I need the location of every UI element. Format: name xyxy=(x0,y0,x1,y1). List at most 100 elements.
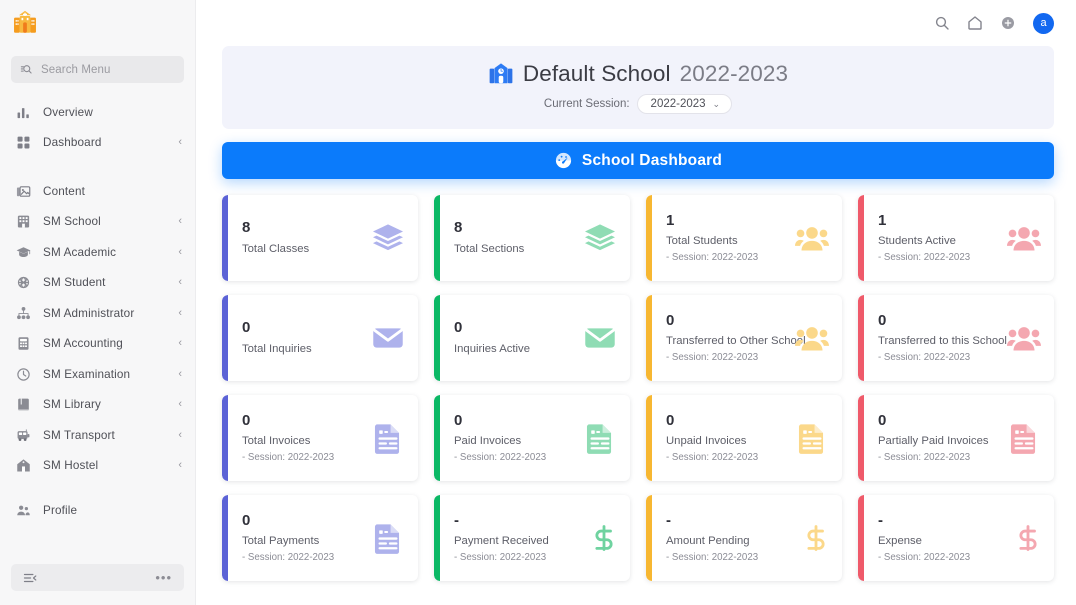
stat-card[interactable]: 0 Transferred to Other School - Session:… xyxy=(646,295,842,381)
school-dashboard-label: School Dashboard xyxy=(581,151,723,169)
sidebar-item-sm-student[interactable]: SM Student ‹ xyxy=(0,268,195,299)
sidebar-footer[interactable]: ••• xyxy=(11,564,184,591)
chevron-left-icon: ‹ xyxy=(178,367,182,380)
session-label: Current Session: xyxy=(543,98,630,110)
card-value: 0 xyxy=(666,411,675,429)
student-icon xyxy=(17,277,30,289)
admin-icon xyxy=(17,306,30,319)
stat-card[interactable]: 8 Total Classes xyxy=(222,195,418,281)
sidebar-item-sm-examination[interactable]: SM Examination ‹ xyxy=(0,359,195,390)
accounting-icon xyxy=(18,337,29,350)
card-body: - Payment Received - Session: 2022-2023 xyxy=(454,512,595,563)
home-icon[interactable] xyxy=(967,15,983,31)
card-label: Paid Invoices xyxy=(454,435,522,448)
stat-card[interactable]: 0 Unpaid Invoices - Session: 2022-2023 xyxy=(646,395,842,481)
card-body: 1 Total Students - Session: 2022-2023 xyxy=(666,211,799,263)
card-accent-stripe xyxy=(434,195,440,281)
sidebar-item-sm-accounting[interactable]: SM Accounting ‹ xyxy=(0,329,195,360)
card-label: Total Students xyxy=(666,235,738,248)
sidebar-item-profile[interactable]: Profile xyxy=(0,495,195,526)
sidebar: Search Menu Overview Dashboard ‹ Content… xyxy=(0,0,196,605)
stat-card[interactable]: 0 Partially Paid Invoices - Session: 202… xyxy=(858,395,1054,481)
sidebar-item-overview[interactable]: Overview xyxy=(0,97,195,128)
card-value: 1 xyxy=(666,211,675,229)
sidebar-more-button[interactable]: ••• xyxy=(155,571,172,584)
stat-card[interactable]: 0 Total Payments - Session: 2022-2023 xyxy=(222,495,418,581)
sidebar-logo[interactable] xyxy=(0,0,195,46)
chevron-left-icon: ‹ xyxy=(178,136,182,149)
sidebar-item-sm-school[interactable]: SM School ‹ xyxy=(0,207,195,238)
clock-icon xyxy=(17,368,30,381)
session-row: Current Session: 2022-2023 ⌄ xyxy=(543,94,733,114)
main-area: a Default School 2022-2023 Current Sessi… xyxy=(196,0,1076,605)
school-dashboard-banner[interactable]: School Dashboard xyxy=(222,142,1054,179)
school-header-banner: Default School 2022-2023 Current Session… xyxy=(222,46,1054,129)
sidebar-item-sm-academic[interactable]: SM Academic ‹ xyxy=(0,237,195,268)
page-title: Default School 2022-2023 xyxy=(488,61,788,87)
stat-card[interactable]: 8 Total Sections xyxy=(434,195,630,281)
app-root: Search Menu Overview Dashboard ‹ Content… xyxy=(0,0,1076,605)
search-icon[interactable] xyxy=(934,15,950,31)
layers-icon xyxy=(584,224,616,251)
stat-card[interactable]: 0 Transferred to this School - Session: … xyxy=(858,295,1054,381)
search-menu-icon xyxy=(20,65,32,74)
stat-card[interactable]: - Amount Pending - Session: 2022-2023 xyxy=(646,495,842,581)
card-accent-stripe xyxy=(646,195,652,281)
sidebar-item-label: SM Accounting xyxy=(43,337,123,351)
building-icon xyxy=(17,215,30,228)
card-label: Students Active xyxy=(878,235,956,248)
users-icon xyxy=(795,227,829,251)
invoice-icon xyxy=(1010,424,1036,454)
card-body: 0 Total Inquiries xyxy=(242,320,375,356)
card-body: - Amount Pending - Session: 2022-2023 xyxy=(666,512,807,564)
search-menu-input[interactable]: Search Menu xyxy=(11,56,184,83)
chevron-left-icon: ‹ xyxy=(178,428,182,441)
card-accent-stripe xyxy=(222,295,228,381)
sidebar-item-dashboard[interactable]: Dashboard ‹ xyxy=(0,128,195,159)
session-select[interactable]: 2022-2023 ⌄ xyxy=(636,94,733,114)
stat-card[interactable]: - Payment Received - Session: 2022-2023 xyxy=(434,495,630,581)
stat-card[interactable]: 1 Students Active - Session: 2022-2023 xyxy=(858,195,1054,281)
stat-card[interactable]: 0 Inquiries Active xyxy=(434,295,630,381)
sidebar-item-sm-administrator[interactable]: SM Administrator ‹ xyxy=(0,298,195,329)
avatar[interactable]: a xyxy=(1033,12,1054,34)
bus-icon xyxy=(17,429,30,441)
card-session: - Session: 2022-2023 xyxy=(666,352,759,364)
plus-circle-icon[interactable] xyxy=(1000,15,1016,31)
card-session: - Session: 2022-2023 xyxy=(666,552,759,564)
dollar-icon xyxy=(595,525,613,551)
card-value: 0 xyxy=(454,411,463,429)
card-label: Payment Received xyxy=(454,535,549,548)
school-year: 2022-2023 xyxy=(679,61,789,86)
users-icon xyxy=(795,327,829,351)
sidebar-item-sm-library[interactable]: SM Library ‹ xyxy=(0,390,195,421)
stat-card[interactable]: 0 Total Invoices - Session: 2022-2023 xyxy=(222,395,418,481)
card-body: 0 Transferred to Other School - Session:… xyxy=(666,312,806,364)
collapse-menu-icon[interactable] xyxy=(23,571,37,585)
card-body: 8 Total Classes xyxy=(242,220,375,256)
card-accent-stripe xyxy=(858,395,864,481)
stat-card[interactable]: 1 Total Students - Session: 2022-2023 xyxy=(646,195,842,281)
stat-card[interactable]: - Expense - Session: 2022-2023 xyxy=(858,495,1054,581)
card-value: 8 xyxy=(242,219,251,237)
card-body: 0 Transferred to this School - Session: … xyxy=(878,311,1011,363)
sidebar-item-sm-transport[interactable]: SM Transport ‹ xyxy=(0,420,195,451)
gauge-icon xyxy=(555,152,572,169)
stat-card[interactable]: 0 Paid Invoices - Session: 2022-2023 xyxy=(434,395,630,481)
dashboard-content: Default School 2022-2023 Current Session… xyxy=(196,46,1076,581)
card-value: 0 xyxy=(878,311,887,329)
card-accent-stripe xyxy=(646,395,652,481)
card-body: 0 Total Invoices - Session: 2022-2023 xyxy=(242,412,375,463)
sidebar-item-content[interactable]: Content xyxy=(0,176,195,207)
card-session: - Session: 2022-2023 xyxy=(878,252,971,264)
stat-card[interactable]: 0 Total Inquiries xyxy=(222,295,418,381)
chevron-left-icon: ‹ xyxy=(178,215,182,228)
card-body: - Expense - Session: 2022-2023 xyxy=(878,512,1019,563)
sidebar-item-sm-hostel[interactable]: SM Hostel ‹ xyxy=(0,451,195,482)
sidebar-item-label: Dashboard xyxy=(43,136,102,150)
card-label: Inquiries Active xyxy=(454,342,530,355)
sidebar-nav: Overview Dashboard ‹ Content SM School ‹… xyxy=(0,97,195,526)
card-body: 0 Paid Invoices - Session: 2022-2023 xyxy=(454,411,587,463)
card-body: 8 Total Sections xyxy=(454,220,587,256)
